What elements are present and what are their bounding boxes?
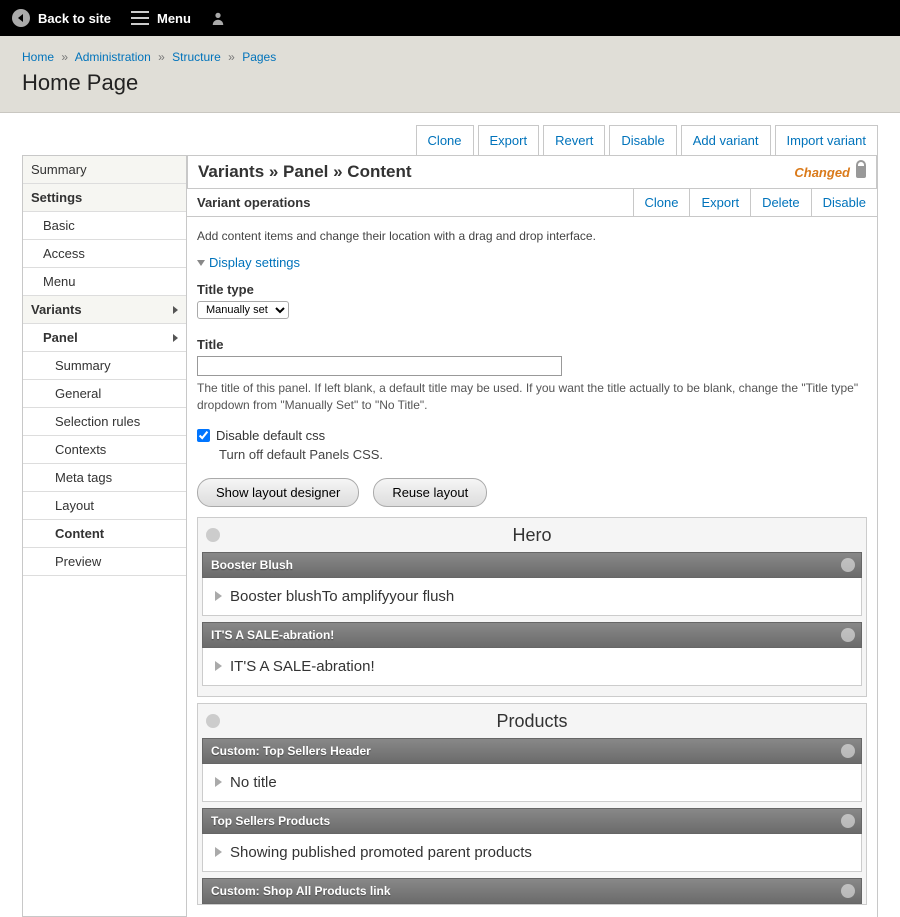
top-actions: Clone Export Revert Disable Add variant … [22,125,878,155]
page-title: Home Page [22,70,878,96]
triangle-down-icon [197,260,205,266]
right-panel: Variants » Panel » Content Changed Varia… [187,156,878,917]
sidebar-menu[interactable]: Menu [23,268,186,296]
breadcrumb-admin[interactable]: Administration [75,50,151,64]
variant-export[interactable]: Export [689,189,750,216]
lock-icon [856,166,866,178]
title-input[interactable] [197,356,562,376]
gear-icon[interactable] [841,628,855,642]
right-breadcrumb: Variants » Panel » Content [198,162,412,182]
gear-icon[interactable] [841,884,855,898]
sidebar-panel[interactable]: Panel [23,324,186,352]
description: Add content items and change their locat… [197,229,867,243]
sidebar-preview[interactable]: Preview [23,548,186,576]
title-type-select[interactable]: Manually set [197,301,289,319]
title-help: The title of this panel. If left blank, … [197,380,867,414]
menu-button[interactable]: Menu [131,11,191,26]
breadcrumb-home[interactable]: Home [22,50,54,64]
sidebar-variants[interactable]: Variants [23,296,186,324]
main: Clone Export Revert Disable Add variant … [0,113,900,917]
back-to-site-button[interactable]: Back to site [12,9,111,27]
breadcrumb-structure[interactable]: Structure [172,50,221,64]
gear-icon[interactable] [206,528,220,542]
pane-title[interactable]: Booster Blush [202,552,862,578]
changed-indicator: Changed [794,165,866,180]
action-export[interactable]: Export [478,125,540,155]
action-disable[interactable]: Disable [609,125,676,155]
display-settings-toggle[interactable]: Display settings [197,255,867,270]
hamburger-icon [131,11,149,25]
sidebar-layout[interactable]: Layout [23,492,186,520]
pane-title[interactable]: IT'S A SALE-abration! [202,622,862,648]
breadcrumb-pages[interactable]: Pages [242,50,276,64]
triangle-right-icon [215,777,222,787]
region-hero: Hero Booster Blush Booster blushTo ampli… [197,517,867,697]
title-label: Title [197,337,867,352]
pane-title[interactable]: Custom: Top Sellers Header [202,738,862,764]
sidebar-contexts[interactable]: Contexts [23,436,186,464]
topbar: Back to site Menu [0,0,900,36]
sidebar-content[interactable]: Content [23,520,186,548]
region-title: Hero [512,525,551,546]
page-header: Home » Administration » Structure » Page… [0,36,900,113]
action-clone[interactable]: Clone [416,125,474,155]
sidebar-basic[interactable]: Basic [23,212,186,240]
disable-css-label: Disable default css [216,428,325,443]
show-layout-designer-button[interactable]: Show layout designer [197,478,359,507]
gear-icon[interactable] [841,814,855,828]
sidebar-access[interactable]: Access [23,240,186,268]
action-import-variant[interactable]: Import variant [775,125,878,155]
pane-title[interactable]: Custom: Shop All Products link [202,878,862,904]
user-menu[interactable] [211,11,225,25]
menu-label: Menu [157,11,191,26]
gear-icon[interactable] [841,558,855,572]
user-icon [211,11,225,25]
title-type-label: Title type [197,282,867,297]
pane-body[interactable]: Showing published promoted parent produc… [202,834,862,872]
triangle-right-icon [215,847,222,857]
variant-disable[interactable]: Disable [811,189,877,216]
region-title: Products [496,711,567,732]
sidebar: Summary Settings Basic Access Menu Varia… [22,156,187,917]
region-products: Products Custom: Top Sellers Header No t… [197,703,867,905]
pane-body[interactable]: No title [202,764,862,802]
sidebar-summary[interactable]: Summary [23,156,186,184]
breadcrumb: Home » Administration » Structure » Page… [22,50,878,64]
disable-css-checkbox[interactable] [197,429,210,442]
reuse-layout-button[interactable]: Reuse layout [373,478,487,507]
gear-icon[interactable] [206,714,220,728]
sidebar-settings[interactable]: Settings [23,184,186,212]
action-revert[interactable]: Revert [543,125,605,155]
sidebar-meta-tags[interactable]: Meta tags [23,464,186,492]
variant-delete[interactable]: Delete [750,189,811,216]
back-arrow-icon [12,9,30,27]
sidebar-selection-rules[interactable]: Selection rules [23,408,186,436]
pane-body[interactable]: Booster blushTo amplifyyour flush [202,578,862,616]
pane-body[interactable]: IT'S A SALE-abration! [202,648,862,686]
disable-css-help: Turn off default Panels CSS. [219,447,867,462]
pane-title[interactable]: Top Sellers Products [202,808,862,834]
action-add-variant[interactable]: Add variant [681,125,771,155]
back-label: Back to site [38,11,111,26]
variant-operations: Variant operations Clone Export Delete D… [187,189,877,217]
gear-icon[interactable] [841,744,855,758]
variant-ops-label: Variant operations [187,189,633,216]
sidebar-panel-summary[interactable]: Summary [23,352,186,380]
sidebar-general[interactable]: General [23,380,186,408]
triangle-right-icon [215,661,222,671]
variant-clone[interactable]: Clone [633,189,690,216]
triangle-right-icon [215,591,222,601]
